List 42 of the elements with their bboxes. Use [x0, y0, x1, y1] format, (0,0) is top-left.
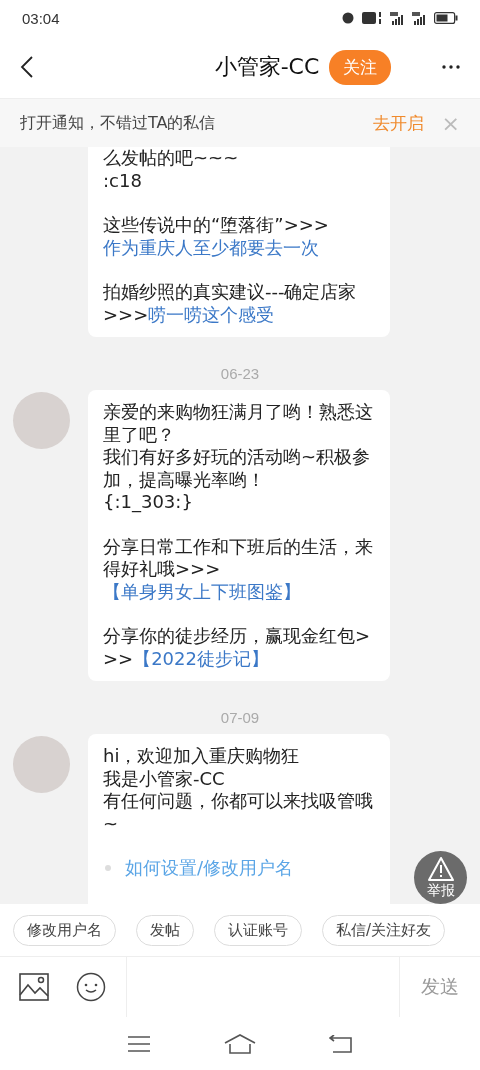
message-text: {:1_303:}: [103, 491, 193, 514]
enable-link[interactable]: 去开启: [372, 111, 424, 135]
signal-icon: [412, 11, 426, 25]
message-text: :c18: [103, 169, 142, 192]
warning-icon: [426, 855, 455, 882]
back-nav-icon[interactable]: [329, 1034, 354, 1053]
report-button[interactable]: 举报: [414, 851, 467, 904]
image-icon[interactable]: [19, 973, 49, 1001]
follow-button[interactable]: 关注: [329, 49, 392, 85]
message-text: 亲爱的来购物狂满月了哟！熟悉这里了吧？: [103, 401, 374, 446]
battery-icon: [434, 12, 458, 24]
notice-text: 打开通知，不错过TA的私信: [20, 112, 217, 134]
emoji-icon[interactable]: [76, 972, 106, 1002]
quick-reply-chip[interactable]: 发帖: [136, 914, 194, 946]
more-icon[interactable]: [442, 65, 460, 69]
back-icon[interactable]: [20, 56, 34, 78]
message-text: 么发帖的吧~~~: [103, 147, 239, 170]
message-link[interactable]: 唠一唠这个感受: [148, 303, 275, 325]
date-label: 07-09: [219, 708, 261, 728]
message-text: 分享日常工作和下班后的生活，来得好礼哦>>> 【单身男女上下班图鉴】: [103, 535, 374, 603]
menu-icon[interactable]: [126, 1034, 151, 1053]
signal-icon: [390, 11, 404, 25]
quick-reply-chip[interactable]: 私信/关注好友: [322, 914, 446, 946]
message-text: 分享你的徒步经历，赢现金红包>>>【2022徒步记】: [103, 625, 372, 670]
send-button[interactable]: 发送: [400, 973, 480, 1001]
message-link[interactable]: 【2022徒步记】: [133, 647, 269, 669]
message-text: 拍婚纱照的真实建议---确定店家 >>>唠一唠这个感受: [103, 281, 358, 326]
quick-reply-chip[interactable]: 认证账号: [214, 914, 302, 946]
home-icon[interactable]: [224, 1033, 256, 1054]
message-text: 这些传说中的“堕落街”>>> 作为重庆人至少都要去一次: [103, 214, 330, 259]
message-link[interactable]: 【单身男女上下班图鉴】: [103, 580, 301, 602]
message-text: hi，欢迎加入重庆购物狂: [103, 745, 300, 768]
message-link[interactable]: 作为重庆人至少都要去一次: [103, 236, 319, 258]
message-text: 我是小管家-CC: [103, 767, 225, 790]
date-label: 06-23: [219, 364, 261, 384]
status-time: 03:04: [22, 9, 60, 27]
message-link[interactable]: 如何设置/修改用户名: [125, 857, 294, 878]
bullet-icon: [105, 865, 111, 872]
quick-reply-chip[interactable]: 修改用户名: [13, 914, 116, 946]
message-text: 有任何问题，你都可以来找吸管哦~: [103, 790, 374, 835]
chat-title: 小管家-CC: [214, 53, 320, 81]
message-text: 我们有好多好玩的活动哟~积极参加，提高曝光率哟！: [103, 446, 372, 491]
